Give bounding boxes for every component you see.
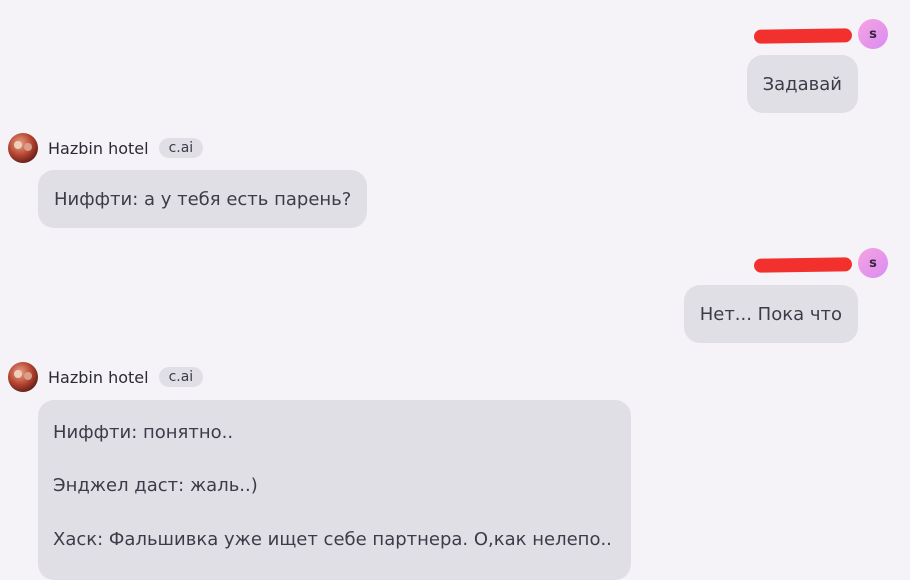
user-avatar[interactable]: s (858, 248, 888, 278)
bot-message-header: Hazbin hotel c.ai (8, 133, 204, 163)
bot-avatar-icon[interactable] (8, 362, 38, 392)
cai-badge: c.ai (158, 367, 204, 387)
bot-message-bubble: Ниффти: понятно.. Энджел даст: жаль..) Х… (38, 400, 631, 580)
bot-message-text: Ниффти: а у тебя есть парень? (54, 188, 352, 210)
user-avatar[interactable]: s (858, 19, 888, 49)
user-avatar-letter: s (869, 255, 877, 271)
redaction-mark (753, 257, 853, 273)
user-message-bubble: Задавай (746, 55, 858, 113)
user-name: sssss прssss (753, 255, 853, 273)
bot-name[interactable]: Hazbin hotel (48, 368, 149, 387)
user-name: sssss прssss (753, 26, 853, 44)
bot-name[interactable]: Hazbin hotel (48, 139, 149, 158)
cai-badge: c.ai (158, 138, 204, 158)
bot-message-line: Хаск: Фальшивка уже ищет себе партнера. … (53, 529, 612, 550)
user-message-bubble: Нет... Пока что (683, 285, 858, 343)
bot-message-header: Hazbin hotel c.ai (8, 362, 204, 392)
bot-message-line: Ниффти: понятно.. (53, 422, 234, 443)
bot-message-bubble: Ниффти: а у тебя есть парень? (38, 170, 368, 228)
redaction-mark (753, 28, 853, 44)
bot-message-line: Энджел даст: жаль..) (53, 475, 258, 496)
user-message-header: sssss прssss s (753, 19, 888, 49)
user-message-text: Задавай (762, 73, 842, 95)
user-message-text: Нет... Пока что (699, 303, 842, 325)
bot-avatar-icon[interactable] (8, 133, 38, 163)
user-avatar-letter: s (869, 26, 877, 42)
user-message-header: sssss прssss s (753, 248, 888, 278)
